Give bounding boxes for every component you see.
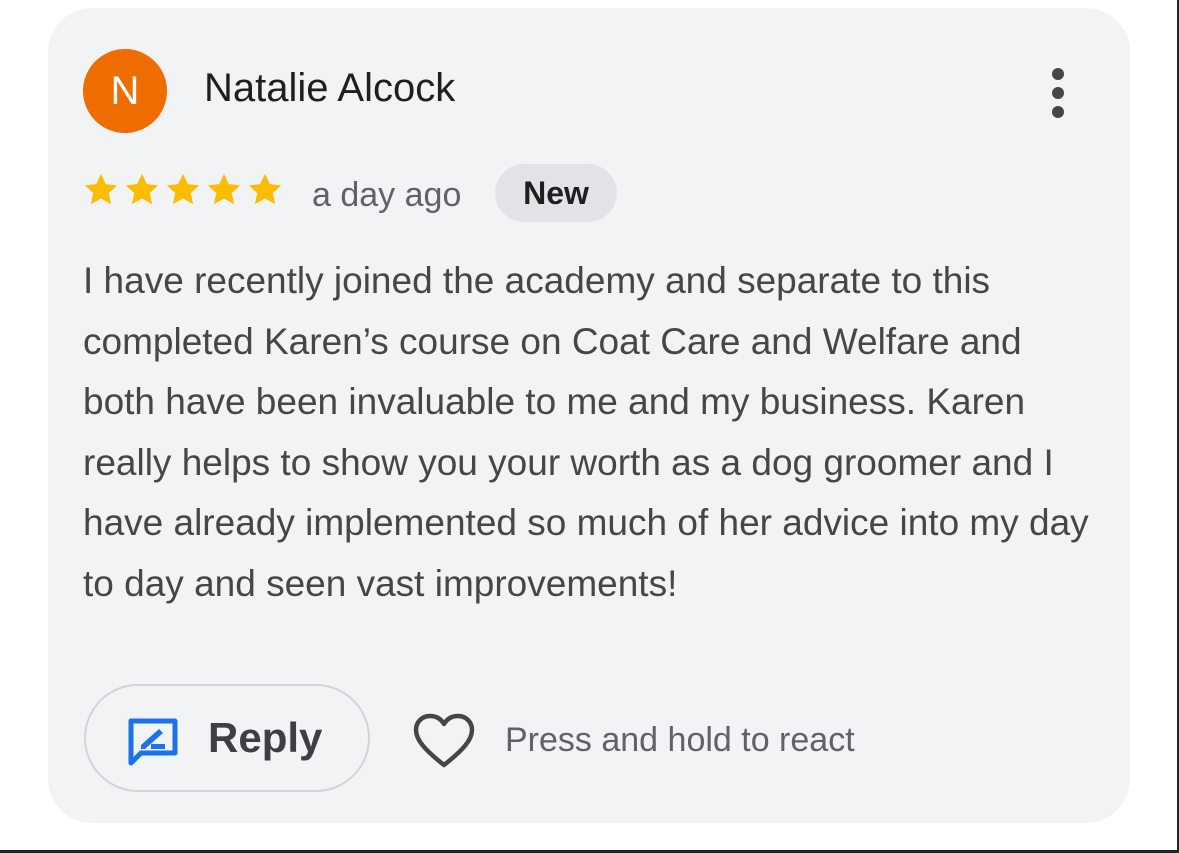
react-hint: Press and hold to react [505, 721, 855, 759]
star-rating [82, 171, 284, 209]
review-time: a day ago [312, 176, 462, 214]
reply-label: Reply [208, 714, 323, 761]
reply-edit-icon [128, 718, 178, 766]
author-name[interactable]: Natalie Alcock [204, 66, 455, 111]
star-icon [125, 173, 159, 205]
star-icon [166, 173, 200, 205]
review-text: I have recently joined the academy and s… [83, 260, 1089, 604]
star-icon [207, 173, 241, 205]
more-vert-icon [1052, 68, 1064, 118]
more-options-button[interactable] [1033, 63, 1083, 123]
star-icon [248, 173, 282, 205]
heart-outline-icon[interactable] [413, 713, 475, 769]
reply-button[interactable]: Reply [84, 684, 370, 792]
star-icon [84, 173, 118, 205]
new-badge: New [495, 164, 617, 222]
review-card: N Natalie Alcock a day ago New I have re… [48, 8, 1130, 823]
avatar[interactable]: N [83, 49, 167, 133]
